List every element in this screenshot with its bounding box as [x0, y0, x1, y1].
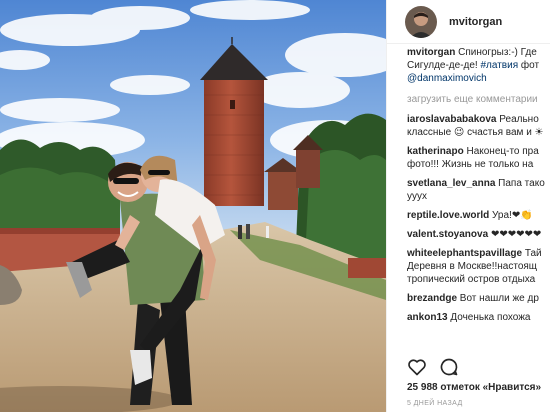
comment-username[interactable]: ankon13 — [407, 312, 448, 323]
user-avatar-icon — [405, 5, 437, 38]
comment-text: Тай — [524, 248, 542, 259]
comment: whiteelephantspavillage Тай Деревня в Мо… — [407, 247, 550, 286]
photo-illustration — [0, 0, 386, 412]
comment-text: Деревня в Москве!!настоящ — [407, 261, 538, 272]
comment-username[interactable]: svetlana_lev_anna — [407, 178, 495, 189]
comment: reptile.love.world Ура!❤👏 — [407, 209, 550, 222]
post-author-username[interactable]: mvitorgan — [449, 16, 502, 28]
heart-outline-icon[interactable] — [407, 357, 427, 377]
load-more-comments-link[interactable]: загрузить еще комментарии — [407, 94, 550, 107]
comments-section: mvitorgan Спиногрыз:-) Где Сигулде-де-де… — [407, 46, 550, 324]
post-timestamp: 5 ДНЕЙ НАЗАД — [407, 400, 463, 407]
comment-username[interactable]: reptile.love.world — [407, 210, 489, 221]
post-header: mvitorgan — [387, 0, 550, 44]
comment-list: iaroslavababakova Реально классные 😉 сча… — [407, 113, 550, 324]
comment-text: классные 😉 счастья вам и ☀ — [407, 127, 544, 138]
caption-text-line1: Спиногрыз:-) Где — [458, 47, 537, 58]
comment-username[interactable]: whiteelephantspavillage — [407, 248, 522, 259]
caption-author[interactable]: mvitorgan — [407, 47, 455, 58]
comment-text: Реально — [499, 114, 539, 125]
comment-username[interactable]: iaroslavababakova — [407, 114, 497, 125]
comment-text: Доченька похожа — [450, 312, 531, 323]
comment-text: Наконец-то пра — [466, 146, 539, 157]
comment-text: Папа тако — [498, 178, 545, 189]
comment-text: тропический остров отдыха — [407, 274, 536, 285]
comment: svetlana_lev_anna Папа тако уууx — [407, 177, 550, 203]
caption-text-tail: фот — [520, 60, 540, 71]
comment: iaroslavababakova Реально классные 😉 сча… — [407, 113, 550, 139]
comment: katherinapo Наконец-то пра фото!!! Жизнь… — [407, 145, 550, 171]
post-actions — [407, 356, 471, 378]
comment-text: фото!!! Жизнь не только на — [407, 159, 534, 170]
comment-text: ❤❤❤❤❤❤ — [490, 229, 542, 240]
comment-text: уууx — [407, 191, 427, 202]
comment-text: Ура!❤👏 — [492, 210, 533, 221]
comment: brezandge Вот нашли же др — [407, 292, 550, 305]
speech-bubble-icon[interactable] — [439, 357, 459, 377]
comment-username[interactable]: katherinapo — [407, 146, 464, 157]
avatar[interactable] — [405, 5, 437, 38]
post-photo[interactable] — [0, 0, 386, 412]
post-sidebar: mvitorgan mvitorgan Спиногрыз:-) Где Сиг… — [386, 0, 550, 412]
likes-count[interactable]: 25 988 отметок «Нравится» — [407, 382, 541, 393]
comment: valent.stoyanova ❤❤❤❤❤❤ — [407, 228, 550, 241]
caption-mention[interactable]: @danmaximovich — [407, 73, 487, 84]
comment: ankon13 Доченька похожа — [407, 311, 550, 324]
comment-username[interactable]: brezandge — [407, 293, 457, 304]
post-caption: mvitorgan Спиногрыз:-) Где Сигулде-де-де… — [407, 46, 550, 85]
caption-text-line2: Сигулде-де-де! — [407, 60, 478, 71]
caption-hashtag[interactable]: #латвия — [480, 60, 518, 71]
comment-username[interactable]: valent.stoyanova — [407, 229, 488, 240]
comment-text: Вот нашли же др — [459, 293, 539, 304]
